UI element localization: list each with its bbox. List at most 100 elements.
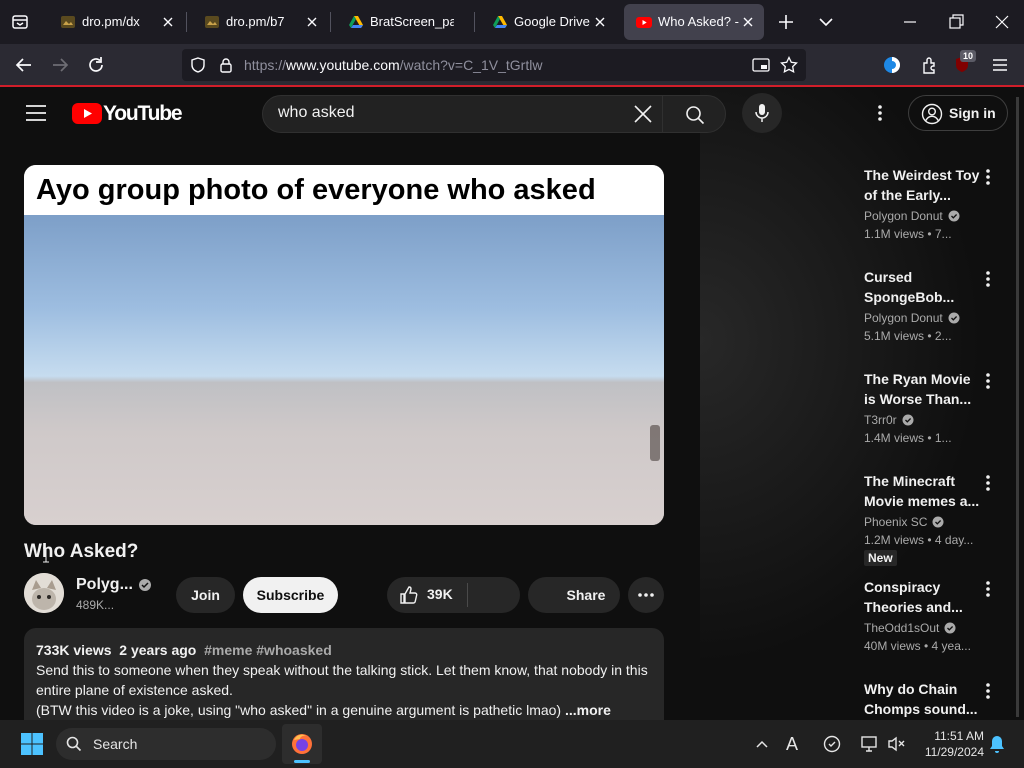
taskbar-search-box[interactable]: Search [56, 728, 276, 760]
sync-status-icon[interactable] [822, 734, 842, 754]
search-box[interactable]: who asked [262, 95, 682, 133]
taskbar-firefox-button[interactable] [282, 724, 322, 764]
browser-navigation-bar: https://www.youtube.com/watch?v=C_1V_tGr… [0, 44, 1024, 86]
close-tab-icon[interactable] [740, 14, 756, 30]
account-icon [921, 103, 943, 125]
recommendation-item[interactable]: The Minecraft Movie memes a... Phoenix S… [864, 471, 994, 567]
hashtags[interactable]: #meme #whoasked [204, 642, 332, 658]
verified-badge-icon [948, 210, 960, 222]
like-divider [467, 583, 468, 607]
minimize-window-icon[interactable] [900, 12, 920, 32]
view-count: 733K views [36, 642, 112, 658]
url-path: /watch?v=C_1V_tGrtlw [399, 57, 543, 73]
chevron-up-icon[interactable] [754, 736, 770, 752]
rec-more-options-icon[interactable] [980, 473, 996, 493]
rec-channel: Polygon Donut [864, 311, 943, 325]
voice-search-button[interactable] [742, 93, 782, 133]
rec-title-line-1: Cursed [864, 269, 913, 285]
thumbs-down-icon[interactable] [483, 585, 503, 605]
microphone-icon [754, 103, 770, 123]
guide-menu-icon[interactable] [24, 103, 48, 123]
thumbs-up-icon[interactable] [399, 585, 419, 605]
google-drive-icon [492, 14, 508, 30]
more-actions-button[interactable] [628, 577, 664, 613]
join-button[interactable]: Join [176, 577, 235, 613]
forward-arrow-icon[interactable] [50, 55, 70, 75]
video-description-box[interactable]: 733K views 2 years ago #meme #whoasked S… [24, 628, 664, 720]
system-clock[interactable]: 11:51 AM 11/29/2024 [912, 728, 984, 760]
recommendation-item[interactable]: Cursed SpongeBob... Polygon Donut 5.1M v… [864, 267, 994, 343]
tab-who-asked-youtube[interactable]: Who Asked? - Y [624, 4, 764, 40]
like-count[interactable]: 39K [427, 586, 453, 602]
sign-in-button[interactable]: Sign in [908, 95, 1008, 131]
video-player[interactable]: Ayo group photo of everyone who asked [24, 165, 664, 525]
url-text[interactable]: https://www.youtube.com/watch?v=C_1V_tGr… [244, 57, 542, 73]
verified-badge-icon [902, 414, 914, 426]
tab-title: dro.pm/dx [82, 14, 140, 29]
clock-date: 11/29/2024 [924, 745, 984, 759]
recommendation-item[interactable]: The Weirdest Toy of the Early... Polygon… [864, 165, 994, 241]
tab-separator [474, 12, 475, 32]
tracking-protection-shield-icon[interactable] [190, 57, 206, 73]
search-button[interactable] [662, 95, 726, 133]
rec-meta: 1.2M views • 4 day... [864, 533, 974, 547]
tab-dropm-dx[interactable]: dro.pm/dx [48, 4, 184, 40]
more-horizontal-icon [638, 593, 654, 597]
rec-channel: Polygon Donut [864, 209, 943, 223]
tab-dropm-b7[interactable]: dro.pm/b7 [192, 4, 328, 40]
ublock-extension-icon[interactable]: 10 [954, 50, 980, 76]
rec-title-line-2: Theories and... [864, 599, 963, 615]
rec-more-options-icon[interactable] [980, 371, 996, 391]
show-more-link[interactable]: ...more [565, 702, 611, 718]
display-icon[interactable] [860, 734, 880, 754]
close-tab-icon[interactable] [592, 14, 608, 30]
clear-search-icon[interactable] [633, 104, 653, 124]
recommendation-item[interactable]: The Ryan Movie is Worse Than... T3rr0r 1… [864, 369, 994, 445]
channel-name[interactable]: Polyg... [76, 576, 133, 594]
tab-bratscreen[interactable]: BratScreen_pass [336, 4, 472, 40]
rec-title-line-2: Chomps sound... [864, 701, 978, 717]
page-scrollbar[interactable] [1016, 97, 1019, 717]
rec-more-options-icon[interactable] [980, 269, 996, 289]
rec-more-options-icon[interactable] [980, 167, 996, 187]
volume-muted-icon[interactable] [886, 734, 906, 754]
close-window-icon[interactable] [992, 12, 1012, 32]
font-app-icon[interactable]: A [786, 734, 802, 754]
restore-window-icon[interactable] [946, 12, 966, 32]
close-tab-icon[interactable] [304, 14, 320, 30]
more-options-icon[interactable] [872, 103, 888, 123]
new-tab-icon[interactable] [776, 12, 796, 32]
picture-in-picture-icon[interactable] [752, 57, 770, 73]
tab-google-drive[interactable]: Google Drive - V [480, 4, 616, 40]
youtube-logo[interactable]: YouTube [72, 102, 183, 126]
close-tab-icon[interactable] [160, 14, 176, 30]
extensions-puzzle-icon[interactable] [920, 55, 940, 75]
dark-reader-extension-icon[interactable] [882, 55, 902, 75]
hamburger-menu-icon[interactable] [990, 55, 1010, 75]
share-button[interactable]: Share [528, 577, 620, 613]
chevron-down-icon[interactable] [816, 12, 836, 32]
bookmark-star-icon[interactable] [780, 56, 798, 74]
subscribe-button[interactable]: Subscribe [243, 577, 338, 613]
empty-salt-flat-scene [24, 215, 664, 525]
rec-title-line-1: Why do Chain [864, 681, 958, 697]
reload-icon[interactable] [86, 55, 106, 75]
back-arrow-icon[interactable] [14, 55, 34, 75]
address-bar[interactable]: https://www.youtube.com/watch?v=C_1V_tGr… [182, 49, 806, 81]
lock-icon[interactable] [218, 57, 234, 73]
rec-channel: TheOdd1sOut [864, 621, 940, 635]
windows-start-icon[interactable] [20, 732, 44, 756]
recommendation-item[interactable]: Why do Chain Chomps sound... [864, 679, 994, 719]
recommendation-item[interactable]: Conspiracy Theories and... TheOdd1sOut 4… [864, 577, 994, 653]
rec-title-line-1: The Weirdest Toy [864, 167, 980, 183]
rec-more-options-icon[interactable] [980, 579, 996, 599]
rec-title-line-1: The Ryan Movie [864, 371, 971, 387]
tab-list-icon[interactable] [10, 12, 30, 32]
notification-bell-icon[interactable] [988, 734, 1006, 754]
youtube-page: YouTube who asked Sign in Ayo group phot… [0, 87, 1024, 720]
search-input[interactable]: who asked [278, 104, 355, 122]
channel-avatar[interactable] [24, 573, 64, 613]
rec-more-options-icon[interactable] [980, 681, 996, 701]
rec-title-line-2: Movie memes a... [864, 493, 980, 509]
rec-meta: 40M views • 4 yea... [864, 639, 971, 653]
